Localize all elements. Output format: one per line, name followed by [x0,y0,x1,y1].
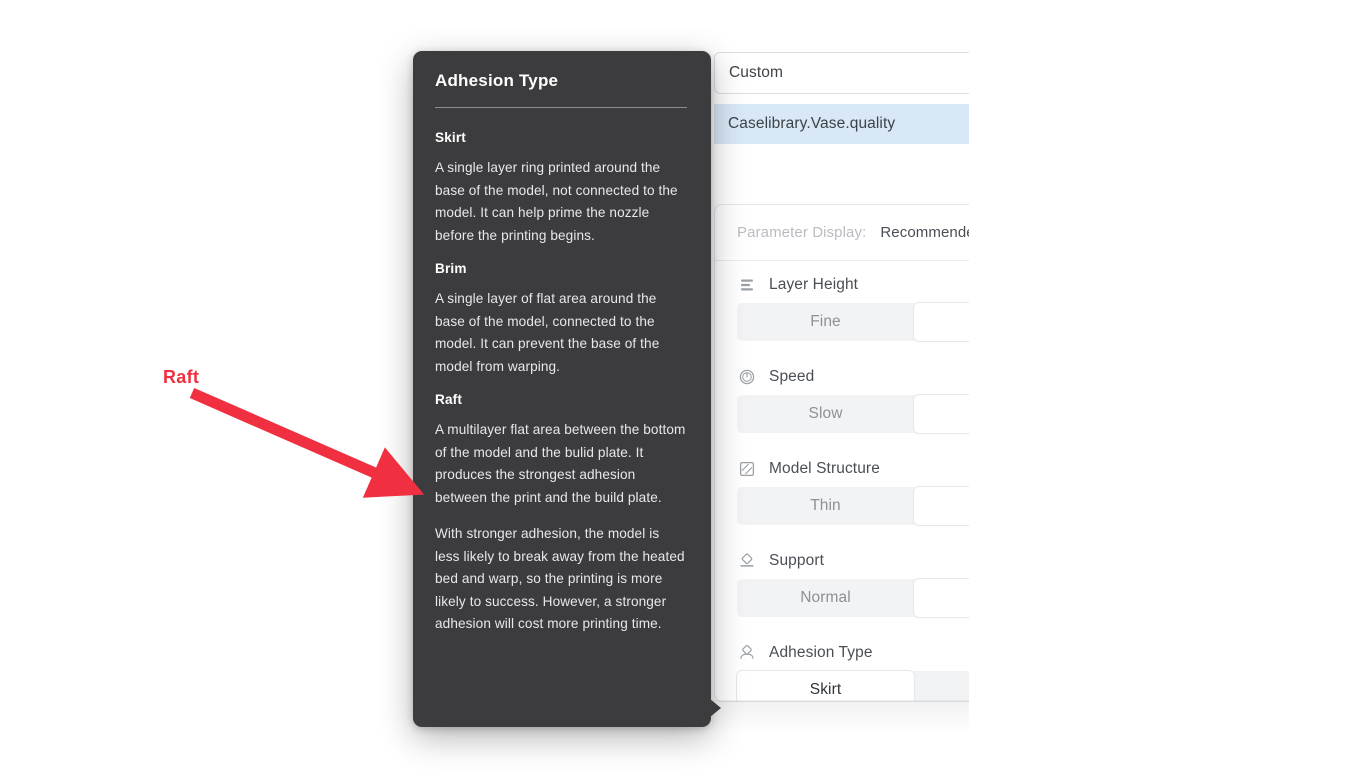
segment-label: Normal [800,589,851,606]
preset-option-caselibrary-vase-quality[interactable]: Caselibrary.Vase.quality [714,104,969,144]
tooltip-text-raft-2: With stronger adhesion, the model is les… [435,526,685,631]
preset-option-label: Caselibrary.Vase.quality [728,115,896,132]
segment-layer-height-medium[interactable]: Medium [914,303,969,341]
group-speed: Speed Slow Medium [715,353,969,433]
speedometer-icon [737,367,757,387]
segment-model-structure-thin[interactable]: Thin [737,487,914,525]
tooltip-pointer [710,699,721,717]
annotation-label-raft: Raft [163,367,200,387]
tooltip-title: Adhesion Type [435,71,559,90]
group-header-speed: Speed [715,353,969,395]
hatch-square-icon [737,459,757,479]
group-title-layer-height: Layer Height [769,276,859,293]
group-adhesion-type: Adhesion Type Skirt Brim [715,629,969,701]
group-header-adhesion-type: Adhesion Type [715,629,969,671]
segment-support-normal[interactable]: Normal [737,579,914,617]
segmented-layer-height: Fine Medium [737,303,969,341]
tooltip-heading-skirt: Skirt [435,130,466,145]
parameter-display-row[interactable]: Parameter Display: Recommended [715,205,969,261]
preset-search-input[interactable]: Custom [714,52,969,94]
segment-model-structure-medium[interactable]: Medium [914,487,969,525]
segment-label: Thin [810,497,841,514]
preset-dropdown-list: Caselibrary.Vase.quality [714,104,969,144]
group-header-layer-height: Layer Height [715,261,969,303]
segment-speed-slow[interactable]: Slow [737,395,914,433]
screen-root: Custom Caselibrary.Vase.quality Paramete… [0,0,1371,771]
group-header-model-structure: Model Structure [715,445,969,487]
group-layer-height: Layer Height Fine Medium [715,261,969,341]
layers-icon [737,275,757,295]
segmented-model-structure: Thin Medium [737,487,969,525]
tooltip-heading-raft: Raft [435,392,463,407]
segment-label: Fine [810,313,841,330]
adhesion-type-tooltip: Adhesion Type Skirt A single layer ring … [413,51,721,727]
segmented-adhesion-type: Skirt Brim [737,671,969,701]
parameter-display-value: Recommended [880,224,969,241]
support-plate-icon [737,551,757,571]
tooltip-text-skirt: A single layer ring printed around the b… [435,160,678,243]
segment-speed-medium[interactable]: Medium [914,395,969,433]
group-title-speed: Speed [769,368,815,385]
adhesion-icon [737,643,757,663]
segment-support-second[interactable] [914,579,969,617]
segment-label: Slow [808,405,843,422]
tooltip-divider [435,107,687,108]
tooltip-text-raft-1: A multilayer flat area between the botto… [435,422,686,505]
tooltip-heading-brim: Brim [435,261,467,276]
preset-search-value: Custom [729,64,784,81]
segment-layer-height-fine[interactable]: Fine [737,303,914,341]
group-header-support: Support [715,537,969,579]
parameter-card: Parameter Display: Recommended L [714,204,969,702]
group-title-model-structure: Model Structure [769,460,880,477]
segment-adhesion-brim[interactable]: Brim [914,671,969,701]
segmented-support: Normal [737,579,969,617]
segment-adhesion-skirt[interactable]: Skirt [737,671,914,701]
group-support: Support Normal [715,537,969,617]
parameter-display-label: Parameter Display: [737,224,867,241]
tooltip-text-brim: A single layer of flat area around the b… [435,291,660,374]
group-title-support: Support [769,552,824,569]
segment-label: Skirt [809,681,842,698]
group-title-adhesion-type: Adhesion Type [769,644,873,661]
segmented-speed: Slow Medium [737,395,969,433]
settings-panel: Custom Caselibrary.Vase.quality Paramete… [712,44,969,734]
group-model-structure: Model Structure Thin Medium [715,445,969,525]
